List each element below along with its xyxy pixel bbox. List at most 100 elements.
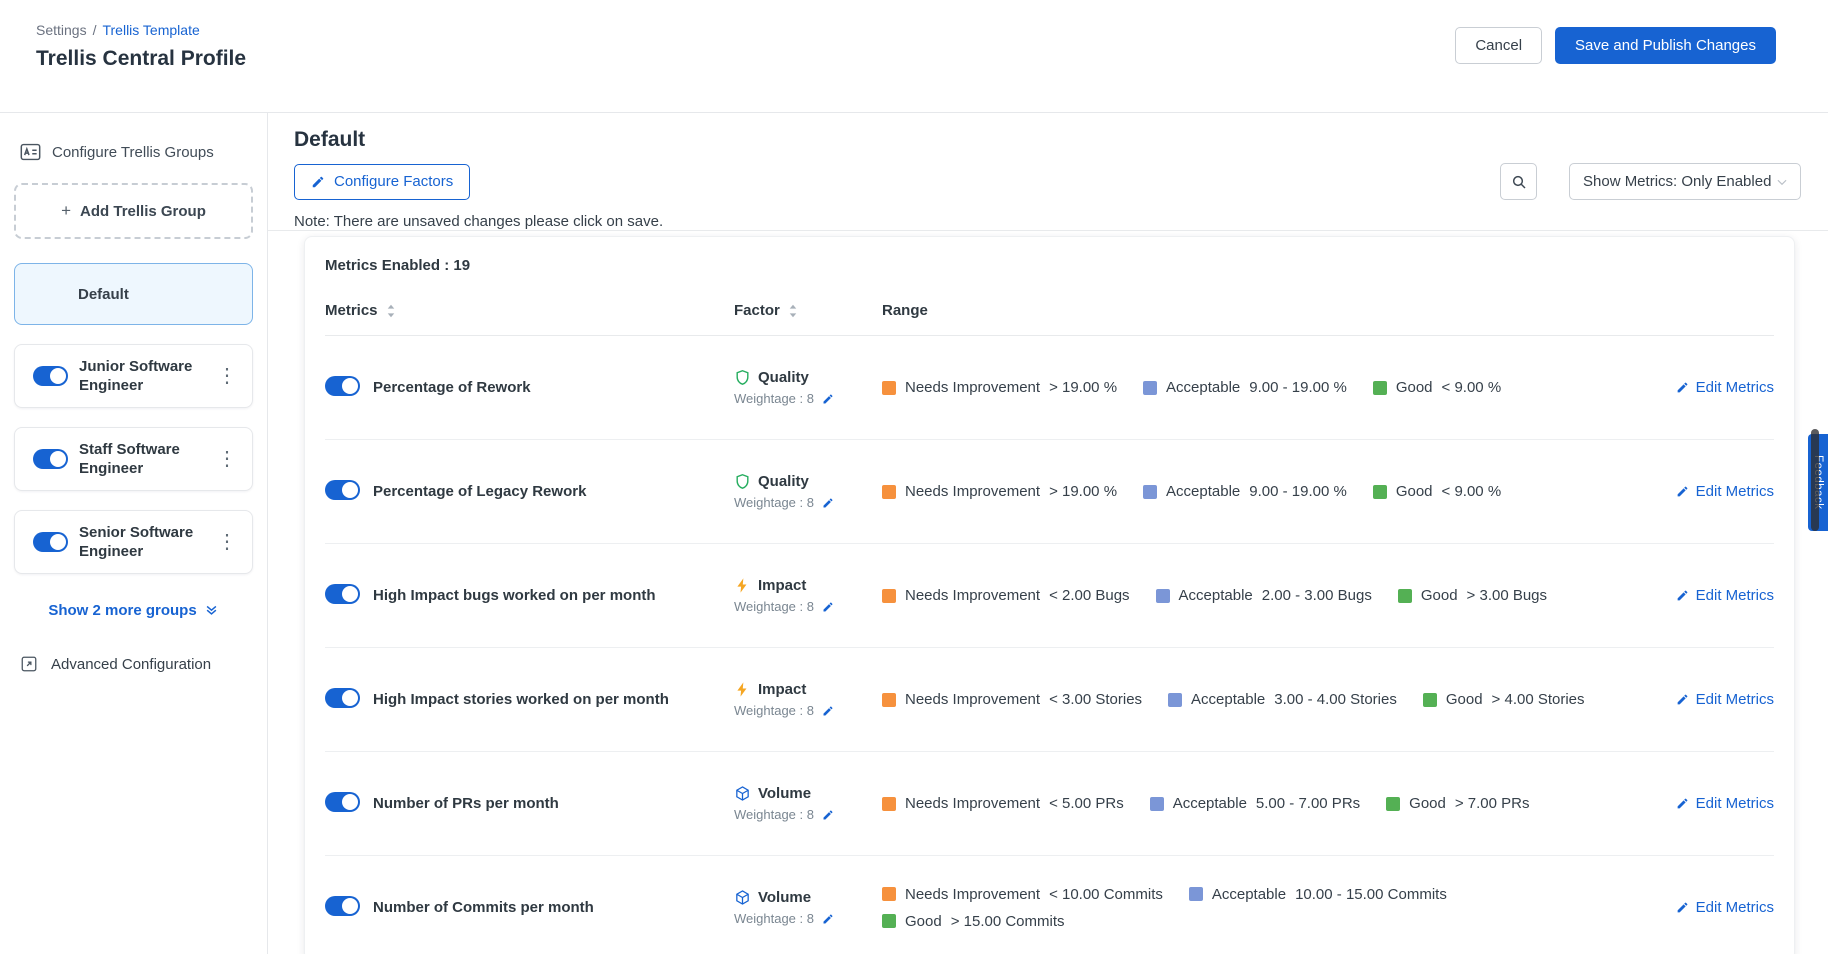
metric-enabled-toggle[interactable] bbox=[325, 792, 360, 812]
range-label: Good bbox=[1409, 795, 1446, 812]
table-row: High Impact stories worked on per month … bbox=[325, 648, 1774, 752]
column-header-range: Range bbox=[882, 302, 928, 319]
range-label: Needs Improvement bbox=[905, 587, 1040, 604]
range-chip-good: Good < 9.00 % bbox=[1373, 483, 1501, 500]
group-name: Senior Software Engineer bbox=[79, 523, 201, 562]
edit-metrics-link[interactable]: Edit Metrics bbox=[1676, 483, 1774, 500]
metric-enabled-toggle[interactable] bbox=[325, 480, 360, 500]
needs-improvement-color-swatch bbox=[882, 887, 896, 901]
toggle-knob bbox=[342, 378, 358, 394]
acceptable-color-swatch bbox=[1189, 887, 1203, 901]
scrollbar-thumb[interactable] bbox=[1811, 429, 1819, 531]
range-value: > 19.00 % bbox=[1049, 379, 1117, 396]
acceptable-color-swatch bbox=[1150, 797, 1164, 811]
pencil-icon bbox=[1676, 589, 1689, 602]
range-chip-good: Good > 15.00 Commits bbox=[882, 913, 1065, 930]
toggle-knob bbox=[50, 368, 66, 384]
sidebar: Configure Trellis Groups + Add Trellis G… bbox=[0, 113, 268, 954]
advanced-configuration-icon bbox=[20, 655, 38, 673]
show-metrics-filter-dropdown[interactable]: Show Metrics: Only Enabled bbox=[1569, 163, 1801, 200]
edit-metrics-link[interactable]: Edit Metrics bbox=[1676, 587, 1774, 604]
group-enabled-toggle[interactable] bbox=[33, 532, 68, 552]
acceptable-color-swatch bbox=[1143, 485, 1157, 499]
range-value: 5.00 - 7.00 PRs bbox=[1256, 795, 1360, 812]
plus-icon: + bbox=[61, 201, 71, 221]
range-label: Needs Improvement bbox=[905, 379, 1040, 396]
kebab-menu-icon[interactable]: ⋮ bbox=[212, 364, 242, 388]
range-value: > 4.00 Stories bbox=[1492, 691, 1585, 708]
group-enabled-toggle[interactable] bbox=[33, 366, 68, 386]
metric-name: Number of Commits per month bbox=[373, 899, 734, 916]
good-color-swatch bbox=[1386, 797, 1400, 811]
breadcrumb: Settings / Trellis Template bbox=[36, 22, 246, 38]
search-button[interactable] bbox=[1500, 163, 1537, 200]
kebab-menu-icon[interactable]: ⋮ bbox=[212, 447, 242, 471]
edit-metrics-label: Edit Metrics bbox=[1696, 587, 1774, 604]
good-color-swatch bbox=[1423, 693, 1437, 707]
group-card[interactable]: Staff Software Engineer ⋮ bbox=[14, 427, 253, 491]
weightage-label: Weightage : 8 bbox=[734, 599, 814, 614]
edit-weightage-icon[interactable] bbox=[822, 705, 834, 717]
pencil-icon bbox=[311, 175, 325, 189]
cancel-button[interactable]: Cancel bbox=[1455, 27, 1542, 64]
show-metrics-filter-value: Show Metrics: Only Enabled bbox=[1583, 173, 1771, 190]
pencil-icon bbox=[1676, 485, 1689, 498]
group-enabled-toggle[interactable] bbox=[33, 449, 68, 469]
range-chip-acceptable: Acceptable 9.00 - 19.00 % bbox=[1143, 379, 1347, 396]
group-card[interactable]: Senior Software Engineer ⋮ bbox=[14, 510, 253, 574]
range-value: < 9.00 % bbox=[1442, 483, 1502, 500]
double-chevron-down-icon bbox=[204, 603, 219, 618]
breadcrumb-trellis-template[interactable]: Trellis Template bbox=[102, 22, 199, 38]
range-chip-good: Good < 9.00 % bbox=[1373, 379, 1501, 396]
metric-enabled-toggle[interactable] bbox=[325, 584, 360, 604]
metric-enabled-toggle[interactable] bbox=[325, 688, 360, 708]
good-color-swatch bbox=[1373, 381, 1387, 395]
sort-icon[interactable] bbox=[386, 304, 396, 318]
kebab-menu-icon[interactable]: ⋮ bbox=[212, 530, 242, 554]
edit-weightage-icon[interactable] bbox=[822, 497, 834, 509]
group-card[interactable]: Junior Software Engineer ⋮ bbox=[14, 344, 253, 408]
edit-weightage-icon[interactable] bbox=[822, 601, 834, 613]
breadcrumb-settings[interactable]: Settings bbox=[36, 22, 87, 38]
pencil-icon bbox=[1676, 901, 1689, 914]
range-label: Acceptable bbox=[1173, 795, 1247, 812]
pencil-icon bbox=[1676, 797, 1689, 810]
metric-name: Number of PRs per month bbox=[373, 795, 734, 812]
metric-enabled-toggle[interactable] bbox=[325, 896, 360, 916]
breadcrumb-separator: / bbox=[93, 22, 97, 38]
range-value: > 19.00 % bbox=[1049, 483, 1117, 500]
metric-enabled-toggle[interactable] bbox=[325, 376, 360, 396]
weightage-label: Weightage : 8 bbox=[734, 807, 814, 822]
factor-name: Volume bbox=[758, 785, 811, 802]
range-value: > 3.00 Bugs bbox=[1467, 587, 1547, 604]
table-header-row: Metrics Factor Range bbox=[325, 286, 1774, 336]
weightage-label: Weightage : 8 bbox=[734, 391, 814, 406]
range-chip-acceptable: Acceptable 3.00 - 4.00 Stories bbox=[1168, 691, 1397, 708]
edit-metrics-label: Edit Metrics bbox=[1696, 691, 1774, 708]
group-card-default[interactable]: Default bbox=[14, 263, 253, 325]
configure-factors-button[interactable]: Configure Factors bbox=[294, 164, 470, 200]
edit-metrics-link[interactable]: Edit Metrics bbox=[1676, 691, 1774, 708]
edit-metrics-link[interactable]: Edit Metrics bbox=[1676, 899, 1774, 916]
range-chip-good: Good > 3.00 Bugs bbox=[1398, 587, 1547, 604]
range-chip-needs-improvement: Needs Improvement < 2.00 Bugs bbox=[882, 587, 1130, 604]
range-chip-acceptable: Acceptable 2.00 - 3.00 Bugs bbox=[1156, 587, 1372, 604]
advanced-configuration-link[interactable]: Advanced Configuration bbox=[14, 655, 253, 673]
sort-icon[interactable] bbox=[788, 304, 798, 318]
range-chip-good: Good > 7.00 PRs bbox=[1386, 795, 1529, 812]
range-label: Needs Improvement bbox=[905, 691, 1040, 708]
edit-weightage-icon[interactable] bbox=[822, 809, 834, 821]
add-trellis-group-button[interactable]: + Add Trellis Group bbox=[14, 183, 253, 239]
show-more-groups-link[interactable]: Show 2 more groups bbox=[14, 602, 253, 619]
column-header-factor: Factor bbox=[734, 302, 780, 319]
edit-metrics-link[interactable]: Edit Metrics bbox=[1676, 795, 1774, 812]
edit-weightage-icon[interactable] bbox=[822, 393, 834, 405]
edit-weightage-icon[interactable] bbox=[822, 913, 834, 925]
factor-name: Impact bbox=[758, 577, 806, 594]
sidebar-section-title: Configure Trellis Groups bbox=[52, 144, 214, 161]
edit-metrics-link[interactable]: Edit Metrics bbox=[1676, 379, 1774, 396]
range-label: Acceptable bbox=[1166, 379, 1240, 396]
range-value: < 5.00 PRs bbox=[1049, 795, 1124, 812]
save-and-publish-button[interactable]: Save and Publish Changes bbox=[1555, 27, 1776, 64]
metrics-table-card: Metrics Enabled : 19 Metrics Factor Rang… bbox=[304, 236, 1795, 954]
